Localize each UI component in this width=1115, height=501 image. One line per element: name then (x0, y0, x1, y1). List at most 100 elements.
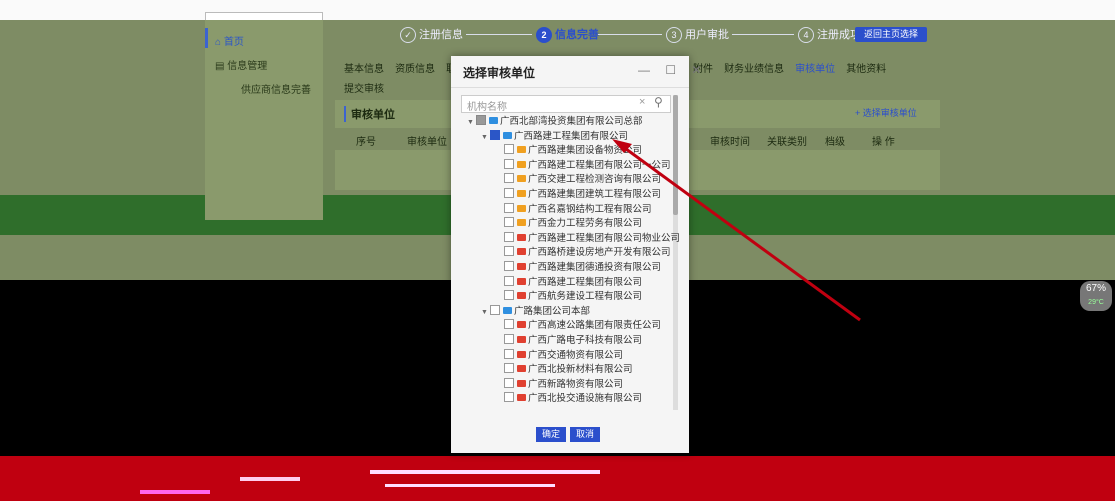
step-connector (598, 34, 662, 35)
tab-audit-unit[interactable]: 审核单位 (795, 60, 835, 75)
tree-checkbox[interactable] (476, 115, 486, 125)
column-header: 档级 (825, 137, 845, 148)
tree-checkbox[interactable] (504, 246, 514, 257)
folder-icon (517, 350, 526, 358)
tree-node-label: 广西交建工程检测咨询有限公司 (528, 174, 662, 186)
tree-checkbox[interactable] (504, 202, 514, 213)
folder-icon (489, 117, 498, 124)
tree-node[interactable]: ▼ 广西北部湾投资集团有限公司总部 (467, 115, 643, 128)
tree-checkbox[interactable] (504, 319, 514, 330)
tree-node-label: 广西路建工程集团有限公司 (528, 276, 643, 288)
chevron-down-icon[interactable]: ▼ (481, 131, 490, 144)
chevron-down-icon[interactable]: ▼ (481, 306, 490, 319)
tree-checkbox[interactable] (504, 144, 514, 155)
dialog-window-controls[interactable]: — ☐ ✕ (638, 63, 707, 77)
tree-checkbox[interactable] (490, 304, 500, 315)
column-header: 审核单位 (407, 137, 447, 148)
tree-checkbox[interactable] (504, 217, 514, 228)
sidebar: ⌂ 首页 ▤ 信息管理 供应商信息完善 (205, 20, 323, 220)
tree-node-label: 广西北投新材料有限公司 (528, 364, 633, 376)
tree-node[interactable]: 广西路建集团德通投资有限公司 (495, 261, 661, 274)
chevron-down-icon[interactable]: ▼ (467, 116, 476, 129)
tree-node[interactable]: 广西广路电子科技有限公司 (495, 334, 642, 347)
tree-node[interactable]: 广西路建工程集团有限公司一公司 (495, 158, 671, 172)
cancel-button[interactable]: 取消 (570, 427, 600, 442)
tree-checkbox[interactable] (504, 363, 514, 374)
step-register-success: 4 注册成功 (798, 26, 861, 44)
taskbar (0, 456, 1115, 501)
tree-checkbox[interactable] (504, 158, 514, 169)
tree-node[interactable]: 广西路建集团设备物资公司 (495, 144, 642, 157)
tree-node[interactable]: 广西北投交通设施有限公司 (495, 392, 642, 405)
taskbar-artifact (140, 490, 210, 494)
folder-icon (517, 233, 526, 241)
zoom-indicator: 67% 29°C (1080, 281, 1112, 311)
taskbar-artifact (370, 470, 600, 474)
sidebar-item-home[interactable]: ⌂ 首页 (215, 33, 244, 48)
tree-checkbox[interactable] (490, 129, 500, 140)
tree-checkbox[interactable] (504, 173, 514, 184)
tree-node[interactable]: 广西航务建设工程有限公司 (495, 290, 642, 303)
folder-icon (517, 321, 526, 329)
tree-node[interactable]: 广西新路物资有限公司 (495, 377, 624, 391)
tree-node[interactable]: 广西交建工程检测咨询有限公司 (495, 173, 661, 186)
tree-checkbox[interactable] (504, 334, 514, 344)
tree-node[interactable]: 广西名嘉钢结构工程有限公司 (495, 202, 652, 216)
sidebar-active-indicator (205, 28, 208, 48)
sidebar-item-supplier-info[interactable]: 供应商信息完善 (241, 81, 311, 96)
clear-icon[interactable]: × (639, 96, 645, 108)
tree-node-label: 广西新路物资有限公司 (528, 378, 624, 390)
tree-node[interactable]: ▼ 广路集团公司本部 (481, 304, 591, 319)
select-audit-unit-button[interactable]: + 选择审核单位 (855, 106, 917, 119)
folder-icon (517, 292, 526, 300)
tree-checkbox[interactable] (504, 348, 514, 359)
tree-checkbox[interactable] (504, 290, 514, 301)
folder-icon (517, 248, 526, 256)
tab-other[interactable]: 其他资料 (846, 60, 886, 75)
folder-icon (517, 204, 526, 212)
tree-checkbox[interactable] (504, 188, 514, 198)
tree-node[interactable]: 广西路建工程集团有限公司 (495, 275, 643, 289)
tree-node[interactable]: 广西高速公路集团有限责任公司 (495, 319, 661, 332)
list-icon: ▤ (215, 61, 228, 72)
tree-node-label: 广西路建集团建筑工程有限公司 (528, 189, 662, 200)
tab-finance[interactable]: 财务业绩信息 (724, 60, 784, 75)
tree-node-label: 广西路建集团设备物资公司 (528, 145, 643, 157)
tree-checkbox[interactable] (504, 275, 514, 286)
info-tabs-right: 附件 财务业绩信息 审核单位 其他资料 (693, 60, 894, 75)
tree-node[interactable]: 广西金力工程劳务有限公司 (495, 217, 642, 230)
folder-icon (517, 146, 526, 154)
tree-scrollbar-thumb[interactable] (673, 95, 678, 215)
tree-node-label: 广西路建工程集团有限公司一公司 (528, 159, 671, 171)
folder-icon (517, 160, 526, 168)
search-icon[interactable]: ⚲ (654, 95, 663, 109)
tree-node-label: 广路集团公司本部 (514, 305, 591, 317)
back-home-button[interactable]: 返回主页选择 (855, 27, 927, 42)
tree-node[interactable]: ▼ 广西路建工程集团有限公司 (481, 129, 628, 144)
sidebar-item-info-management[interactable]: ▤ 信息管理 (215, 57, 267, 72)
tree-node-label: 广西北投交通设施有限公司 (528, 393, 643, 405)
tree-checkbox[interactable] (504, 231, 514, 242)
tree-node[interactable]: 广西路建集团建筑工程有限公司 (495, 188, 661, 201)
tree-node[interactable]: 广西路建工程集团有限公司物业公司 (495, 231, 680, 245)
step-connector (732, 34, 794, 35)
tree-checkbox[interactable] (504, 392, 514, 403)
tree-checkbox[interactable] (504, 377, 514, 388)
tree-node-label: 广西广路电子科技有限公司 (528, 335, 643, 346)
column-header: 序号 (356, 137, 376, 148)
search-placeholder: 机构名称 (467, 102, 507, 113)
tree-node-label: 广西交通物资有限公司 (528, 349, 624, 361)
tab-submit-review[interactable]: 提交审核 (344, 80, 384, 95)
tree-node-label: 广西名嘉钢结构工程有限公司 (528, 203, 652, 215)
tab-basic-info[interactable]: 基本信息 (344, 60, 384, 75)
tree-node[interactable]: 广西路桥建设房地产开发有限公司 (495, 246, 671, 259)
tab-qualification[interactable]: 资质信息 (395, 60, 435, 75)
tree-node-label: 广西北部湾投资集团有限公司总部 (500, 116, 643, 127)
folder-icon (517, 277, 526, 285)
confirm-button[interactable]: 确定 (536, 427, 566, 442)
tree-node[interactable]: 广西北投新材料有限公司 (495, 363, 633, 376)
tree-node[interactable]: 广西交通物资有限公司 (495, 348, 624, 362)
tree-node-label: 广西路桥建设房地产开发有限公司 (528, 247, 671, 259)
top-bar (0, 0, 1115, 20)
tree-checkbox[interactable] (504, 261, 514, 271)
